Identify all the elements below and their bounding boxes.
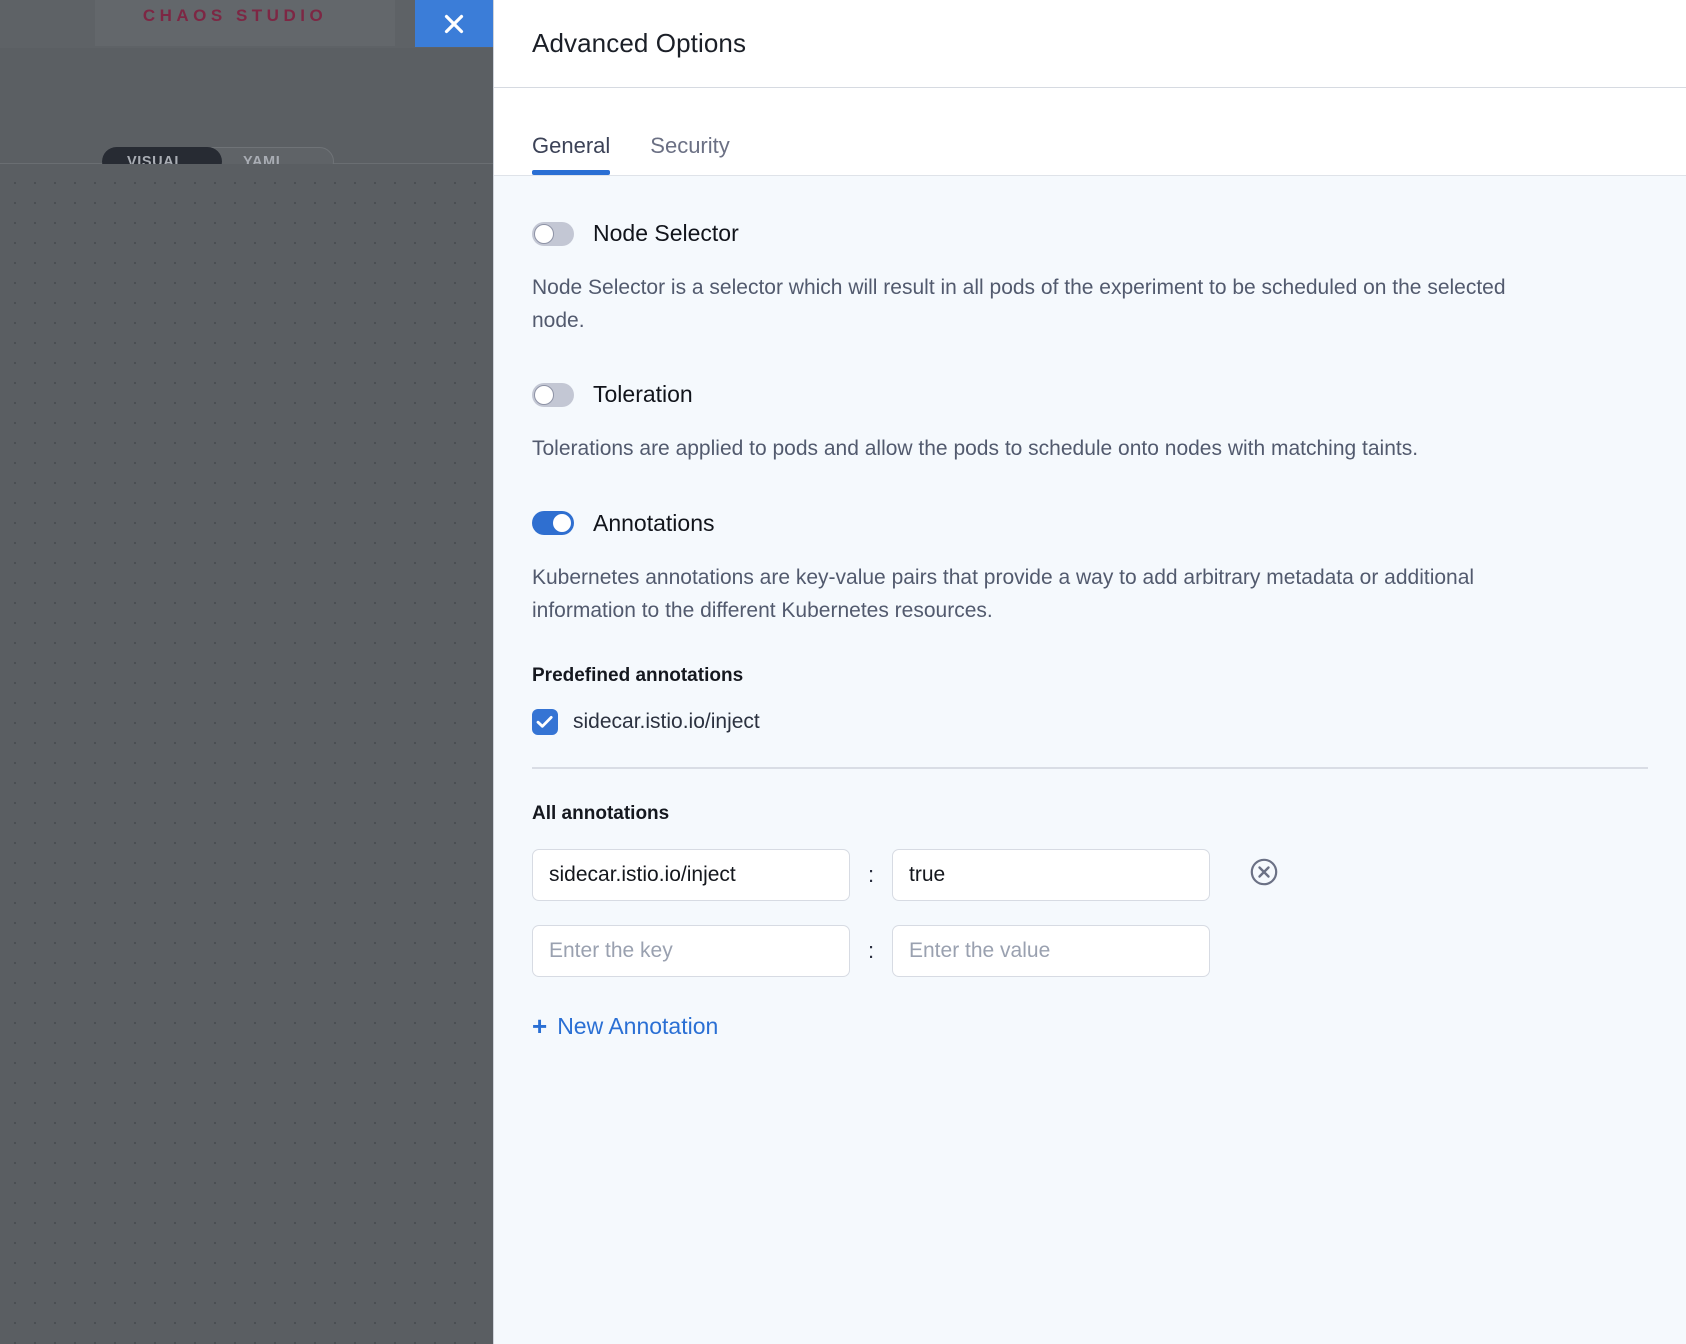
key-value-separator: : [850,938,892,964]
node-selector-toggle[interactable] [532,222,574,246]
drawer-header: Advanced Options [494,0,1686,88]
option-header: Annotations [532,510,1648,537]
close-icon [441,11,467,37]
new-annotation-button[interactable]: + New Annotation [532,1013,718,1040]
tab-general-label: General [532,133,610,158]
option-toleration: Toleration Tolerations are applied to po… [532,381,1648,465]
node-selector-label: Node Selector [593,220,739,247]
app-brand-title: CHAOS STUDIO [0,6,470,26]
annotations-description: Kubernetes annotations are key-value pai… [532,561,1522,627]
toleration-toggle[interactable] [532,383,574,407]
predefined-annotations-heading: Predefined annotations [532,665,1648,687]
background-app: CHAOS STUDIO VISUAL YAML [0,0,540,1344]
predefined-annotation-label: sidecar.istio.io/inject [573,710,760,734]
tab-security-label: Security [650,133,729,158]
sidecar-inject-checkbox[interactable] [532,709,558,735]
key-value-separator: : [850,862,892,888]
advanced-options-drawer: Advanced Options General Security Node S… [493,0,1686,1344]
experiment-canvas[interactable] [0,164,540,1344]
annotations-toggle[interactable] [532,511,574,535]
all-annotations-heading: All annotations [532,803,1648,825]
predefined-annotation-item[interactable]: sidecar.istio.io/inject [532,709,1648,735]
option-annotations: Annotations Kubernetes annotations are k… [532,510,1648,1040]
toleration-label: Toleration [593,381,693,408]
delete-annotation-button[interactable] [1248,859,1280,891]
annotation-key-input[interactable] [532,925,850,977]
toleration-description: Tolerations are applied to pods and allo… [532,432,1522,465]
section-divider [532,767,1648,769]
option-header: Toleration [532,381,1648,408]
tab-active-indicator [532,170,610,175]
option-node-selector: Node Selector Node Selector is a selecto… [532,220,1648,337]
drawer-tabs: General Security [494,88,1686,176]
toggle-knob [534,385,554,405]
drawer-content: Node Selector Node Selector is a selecto… [494,176,1686,1344]
toggle-knob [534,224,554,244]
tab-security[interactable]: Security [650,133,741,175]
option-header: Node Selector [532,220,1648,247]
app-subbar: VISUAL YAML [0,48,540,164]
node-selector-description: Node Selector is a selector which will r… [532,271,1522,337]
annotation-key-input[interactable] [532,849,850,901]
annotations-label: Annotations [593,510,714,537]
annotation-row: : [532,925,1648,977]
plus-icon: + [532,1013,547,1039]
toggle-knob [552,513,572,533]
new-annotation-label: New Annotation [557,1013,718,1040]
circle-x-icon [1249,857,1279,892]
annotation-value-input[interactable] [892,925,1210,977]
annotation-row: : [532,849,1648,901]
annotation-value-input[interactable] [892,849,1210,901]
tab-general[interactable]: General [532,133,622,175]
page-title: Advanced Options [532,28,746,59]
close-drawer-button[interactable] [415,0,493,47]
